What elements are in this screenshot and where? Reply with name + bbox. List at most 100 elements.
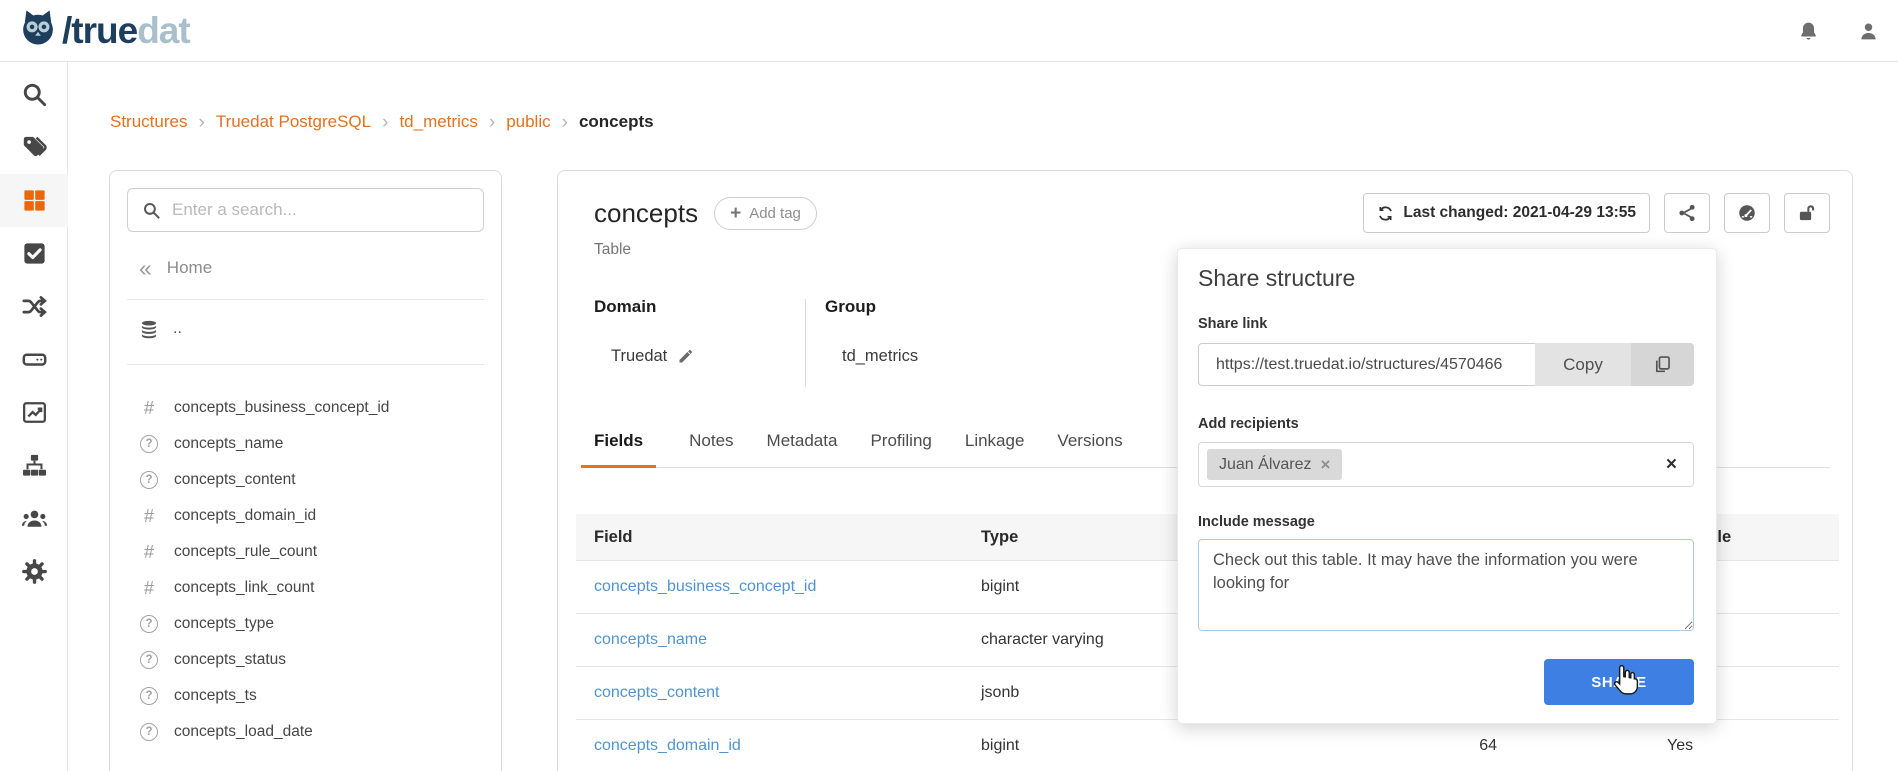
- field-list-item[interactable]: ?concepts_load_date: [127, 714, 484, 750]
- breadcrumb: Structures › Truedat PostgreSQL › td_metrics…: [110, 112, 654, 132]
- taxonomy-icon: [21, 452, 48, 479]
- sidebar-item-systems[interactable]: [0, 333, 68, 386]
- domain-value: Truedat: [611, 347, 667, 366]
- copy-icon: [1652, 354, 1673, 375]
- field-list-item[interactable]: #concepts_link_count: [127, 570, 484, 606]
- field-list-item[interactable]: #concepts_business_concept_id: [127, 390, 484, 426]
- sidebar-item-users[interactable]: [0, 492, 68, 545]
- share-link-row: Copy: [1198, 343, 1694, 386]
- sidebar-item-structures[interactable]: [0, 174, 68, 227]
- breadcrumb-link[interactable]: public: [506, 112, 550, 132]
- field-list-item[interactable]: ?concepts_name: [127, 426, 484, 462]
- structures-icon: [21, 187, 48, 214]
- field-link[interactable]: concepts_content: [594, 684, 719, 701]
- field-list-item[interactable]: ?concepts_type: [127, 606, 484, 642]
- structure-tree-panel: « Home .. #concepts_business_concept_id?…: [109, 170, 502, 771]
- recipients-field[interactable]: Juan Álvarez × ×: [1198, 442, 1694, 487]
- sidebar-item-settings[interactable]: [0, 545, 68, 598]
- app-window: /truedat Structures › Truedat PostgreSQL › t…: [0, 0, 1898, 771]
- refresh-icon: [1377, 205, 1394, 222]
- tab-linkage[interactable]: Linkage: [965, 431, 1025, 467]
- sidebar-item-rules[interactable]: [0, 227, 68, 280]
- question-icon: ?: [139, 687, 159, 705]
- tab-metadata[interactable]: Metadata: [767, 431, 838, 467]
- profiling-gauge-button[interactable]: [1724, 193, 1770, 233]
- tree-home-link[interactable]: « Home: [139, 258, 484, 278]
- sidebar-item-taxonomy[interactable]: [0, 439, 68, 492]
- truedat-logo[interactable]: /truedat: [16, 6, 190, 55]
- tab-profiling[interactable]: Profiling: [870, 431, 931, 467]
- field-link[interactable]: concepts_business_concept_id: [594, 578, 816, 595]
- systems-icon: [21, 346, 48, 373]
- hash-icon: #: [139, 578, 159, 599]
- dashboards-icon: [21, 399, 48, 426]
- field-list-item[interactable]: #concepts_rule_count: [127, 534, 484, 570]
- field-link[interactable]: concepts_name: [594, 631, 707, 648]
- owl-logo-icon: [16, 6, 60, 55]
- sidebar-item-lineage[interactable]: [0, 280, 68, 333]
- header-actions: Last changed: 2021-04-29 13:55: [1363, 193, 1830, 233]
- hash-icon: #: [139, 542, 159, 563]
- sidebar-item-tags[interactable]: [0, 121, 68, 174]
- tab-fields[interactable]: Fields: [581, 431, 656, 468]
- share-structure-modal: Share structure Share link Copy Add reci…: [1177, 248, 1717, 724]
- column-header: Field: [576, 528, 963, 547]
- chevron-right-icon: ›: [562, 113, 568, 132]
- tags-icon: [21, 134, 48, 161]
- add-tag-button[interactable]: + Add tag: [714, 197, 817, 230]
- edit-pencil-icon[interactable]: [677, 348, 694, 365]
- home-label: Home: [167, 258, 212, 278]
- share-structure-button[interactable]: [1664, 193, 1710, 233]
- breadcrumb-link[interactable]: td_metrics: [399, 112, 477, 132]
- share-submit-button[interactable]: SHARE: [1544, 659, 1694, 705]
- sidebar-item-dashboards[interactable]: [0, 386, 68, 439]
- copy-link-button[interactable]: Copy: [1535, 343, 1631, 386]
- field-list-item[interactable]: ?concepts_content: [127, 462, 484, 498]
- hash-icon: #: [139, 398, 159, 419]
- tab-versions[interactable]: Versions: [1057, 431, 1122, 467]
- clear-recipients-icon[interactable]: ×: [1666, 455, 1677, 474]
- divider: [127, 364, 484, 365]
- breadcrumb-link[interactable]: Truedat PostgreSQL: [216, 112, 371, 132]
- group-block: Group td_metrics: [806, 297, 918, 389]
- top-header: /truedat: [0, 0, 1898, 62]
- share-icon: [1677, 203, 1697, 223]
- modal-title: Share structure: [1198, 263, 1694, 293]
- breadcrumb-current: concepts: [579, 112, 654, 132]
- copy-icon-button[interactable]: [1631, 343, 1694, 386]
- permissions-lock-button[interactable]: [1784, 193, 1830, 233]
- chevron-right-icon: ›: [489, 113, 495, 132]
- tab-notes[interactable]: Notes: [689, 431, 733, 467]
- tree-search-box: [127, 188, 484, 232]
- sidebar-item-search[interactable]: [0, 68, 68, 121]
- notifications-bell-icon[interactable]: [1797, 20, 1820, 43]
- last-changed-button[interactable]: Last changed: 2021-04-29 13:55: [1363, 193, 1650, 233]
- share-link-input[interactable]: [1198, 343, 1535, 386]
- field-list-item[interactable]: ?concepts_ts: [127, 678, 484, 714]
- user-profile-icon[interactable]: [1857, 20, 1880, 43]
- table-row: concepts_domain_idbigint64Yes: [576, 720, 1839, 771]
- remove-recipient-icon[interactable]: ×: [1321, 456, 1331, 473]
- settings-icon: [21, 558, 48, 585]
- tree-parent-link[interactable]: ..: [139, 315, 484, 343]
- tree-search-input[interactable]: [172, 200, 469, 220]
- field-list-item[interactable]: #concepts_domain_id: [127, 498, 484, 534]
- search-icon: [142, 201, 161, 220]
- icon-sidebar: [0, 62, 68, 771]
- chevron-double-left-icon: «: [139, 259, 152, 277]
- field-list-item[interactable]: ?concepts_status: [127, 642, 484, 678]
- chevron-right-icon: ›: [382, 113, 388, 132]
- domain-block: Domain Truedat: [594, 297, 805, 389]
- question-icon: ?: [139, 615, 159, 633]
- rules-icon: [21, 240, 48, 267]
- question-icon: ?: [139, 435, 159, 453]
- recipient-chip: Juan Álvarez ×: [1207, 449, 1342, 480]
- message-textarea[interactable]: Check out this table. It may have the in…: [1198, 539, 1694, 631]
- lineage-icon: [21, 293, 48, 320]
- domain-label: Domain: [594, 297, 805, 317]
- users-icon: [21, 505, 48, 532]
- group-value: td_metrics: [842, 347, 918, 366]
- breadcrumb-link[interactable]: Structures: [110, 112, 187, 132]
- field-link[interactable]: concepts_domain_id: [594, 737, 741, 754]
- page-title: concepts: [594, 196, 698, 230]
